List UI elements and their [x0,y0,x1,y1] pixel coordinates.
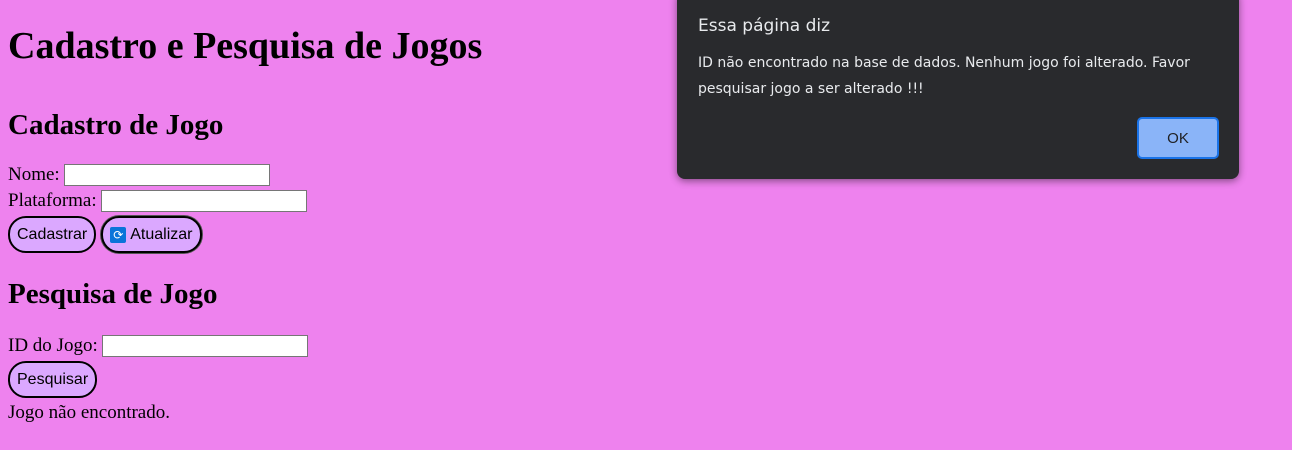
dialog-message: ID não encontrado na base de dados. Nenh… [698,55,1190,97]
id-label: ID do Jogo: [8,335,98,356]
atualizar-button[interactable]: ⟳ Atualizar [101,216,202,253]
cadastrar-button-label: Cadastrar [17,225,88,243]
plataforma-row: Plataforma: [8,188,668,214]
id-input[interactable] [101,335,308,357]
nome-row: Nome: [8,162,668,188]
id-row: ID do Jogo: [8,333,668,359]
ok-button-label: OK [1167,129,1189,147]
cadastro-buttons: Cadastrar ⟳ Atualizar [8,214,668,255]
pesquisa-buttons: Pesquisar [8,359,668,400]
atualizar-button-label: Atualizar [130,225,193,243]
cadastrar-button[interactable]: Cadastrar [8,216,97,253]
plataforma-label: Plataforma: [8,190,97,211]
nome-label: Nome: [8,164,60,185]
ok-button[interactable]: OK [1137,117,1219,159]
dialog-title: Essa página diz [698,16,831,36]
nome-input[interactable] [63,164,270,186]
pesquisa-form: ID do Jogo: Pesquisar Jogo não encontrad… [8,333,668,426]
page-content: Cadastro e Pesquisa de Jogos Cadastro de… [8,0,668,426]
refresh-icon: ⟳ [110,226,127,243]
cadastro-form: Nome: Plataforma: Cadastrar ⟳ Atualizar [8,162,668,255]
pesquisar-button[interactable]: Pesquisar [8,361,98,398]
pesquisa-heading: Pesquisa de Jogo [8,278,218,310]
search-result-text: Jogo não encontrado. [8,402,170,423]
pesquisar-button-label: Pesquisar [17,370,89,388]
alert-dialog: Essa página diz ID não encontrado na bas… [677,0,1239,179]
plataforma-input[interactable] [100,190,307,212]
cadastro-heading: Cadastro de Jogo [8,109,224,141]
page-title: Cadastro e Pesquisa de Jogos [8,25,483,67]
